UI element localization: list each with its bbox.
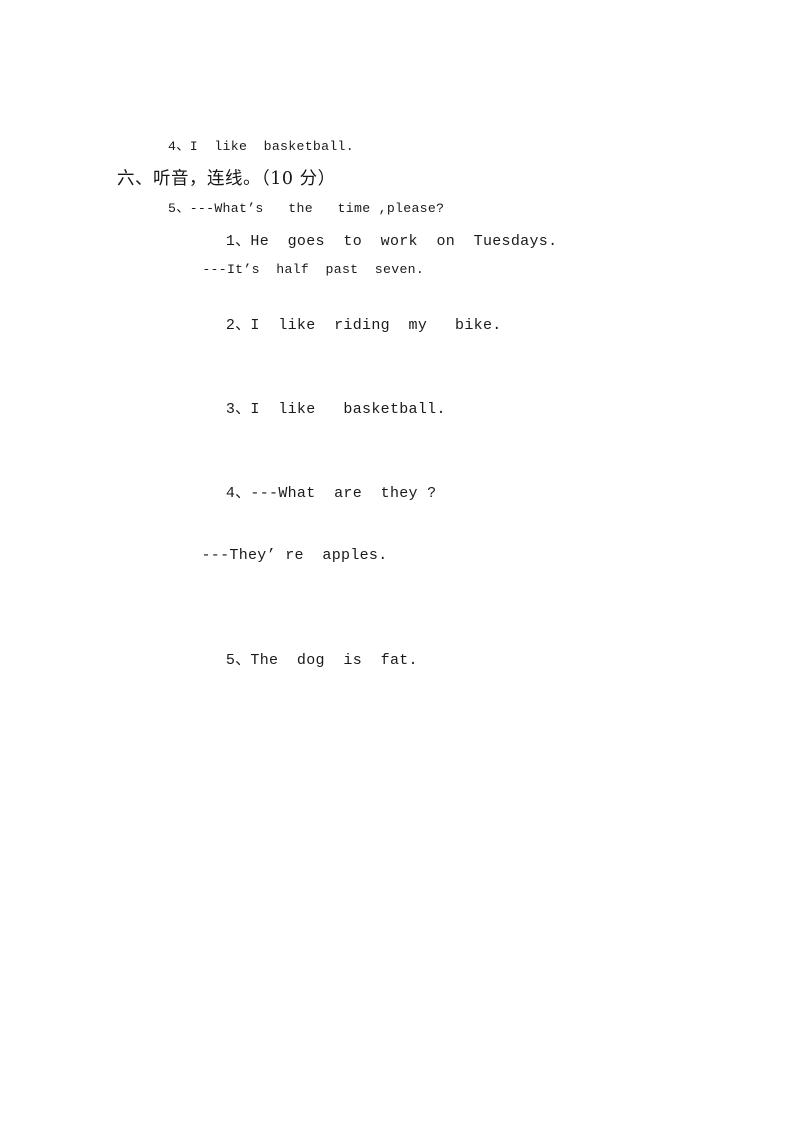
list-item: 3、I like basketball.: [170, 378, 730, 441]
item-text: The dog is fat.: [250, 652, 418, 669]
item-number: 2、: [225, 317, 251, 334]
item-text: I like basketball.: [250, 401, 446, 418]
section-heading: 六、听音，连线。（10 分）: [117, 169, 336, 189]
list-item: 4、---What are they ? ---They’ re apples.: [170, 462, 730, 608]
item-number: 4、: [225, 485, 251, 502]
worksheet-page: 4、I like basketball. 5、---What’s the tim…: [0, 0, 794, 1123]
item-text: ---What are they ?: [250, 485, 437, 502]
carryover-line-4: 4、I like basketball.: [168, 139, 354, 154]
item-number: 3、: [225, 401, 251, 418]
item-answer-line: ---They’ re apples.: [201, 547, 388, 564]
item-text: He goes to work on Tuesdays.: [250, 233, 558, 250]
item-number: 1、: [225, 233, 251, 250]
item-text: I like riding my bike.: [250, 317, 502, 334]
list-item: 1、He goes to work on Tuesdays.: [170, 210, 730, 273]
item-number: 5、: [225, 652, 251, 669]
list-item: 2、I like riding my bike.: [170, 294, 730, 357]
listening-items-list: 1、He goes to work on Tuesdays. 2、I like …: [170, 210, 730, 713]
list-item: 5、The dog is fat.: [170, 629, 730, 692]
